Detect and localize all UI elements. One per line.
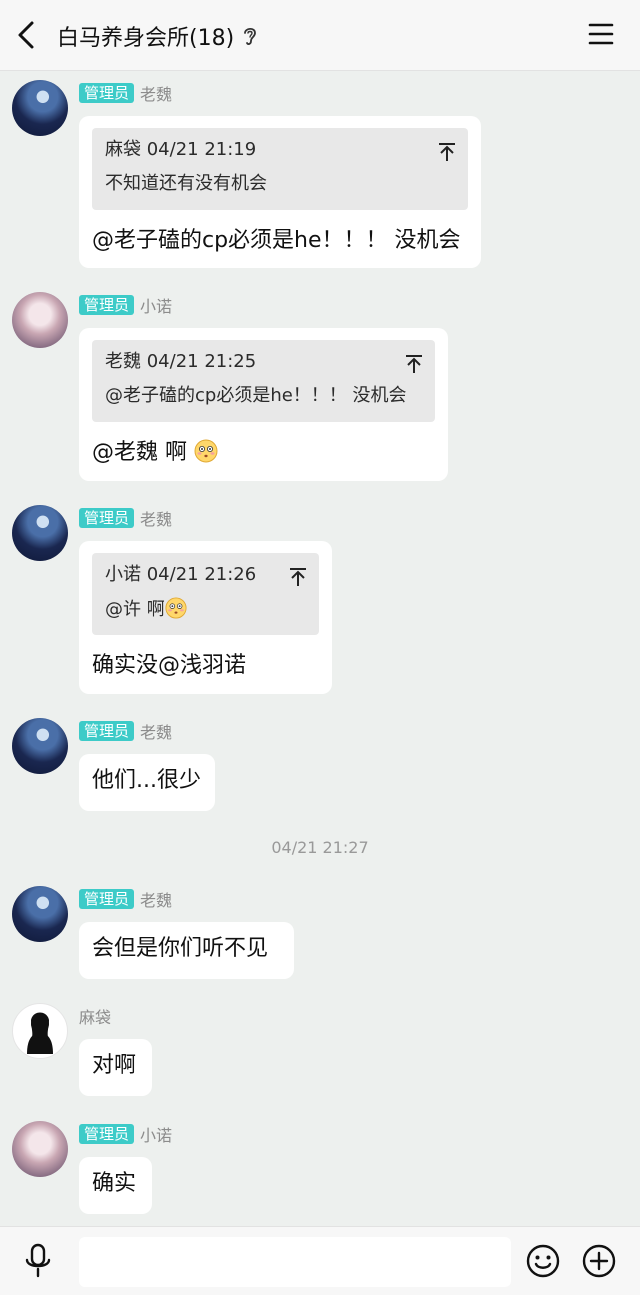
chat-title: 白马养身会所(18)	[57, 26, 235, 51]
message-text: 确实	[92, 1171, 137, 1196]
back-arrow-icon[interactable]	[14, 20, 40, 50]
sender-meta: 管理员 老魏	[79, 888, 172, 910]
quote-header: 麻袋 04/21 21:19	[105, 139, 257, 160]
flushed-face-emoji	[165, 597, 187, 619]
input-bar	[0, 1226, 640, 1295]
smile-icon[interactable]	[526, 1244, 560, 1278]
message-bubble[interactable]: 小诺 04/21 21:26 @许 啊 确实没@浅羽诺	[79, 541, 332, 694]
quote-body: @老子磕的cp必须是he！！！ 没机会	[105, 385, 407, 406]
message-bubble[interactable]: 确实	[79, 1157, 152, 1214]
sender-name[interactable]: 老魏	[140, 719, 172, 743]
message-text: 会但是你们听不见	[92, 936, 269, 961]
sender-meta: 管理员 老魏	[79, 507, 172, 529]
admin-badge: 管理员	[79, 889, 135, 909]
quoted-message[interactable]: 麻袋 04/21 21:19 不知道还有没有机会	[92, 128, 468, 210]
avatar[interactable]	[12, 292, 68, 348]
message-text: 他们...很少	[92, 768, 201, 793]
sender-meta: 管理员 老魏	[79, 720, 172, 742]
message-bubble[interactable]: 会但是你们听不见	[79, 922, 294, 979]
message-bubble[interactable]: 他们...很少	[79, 754, 215, 811]
admin-badge: 管理员	[79, 1124, 135, 1144]
time-divider: 04/21 21:27	[271, 838, 369, 857]
sender-name[interactable]: 老魏	[140, 81, 172, 105]
sender-meta: 管理员 小诺	[79, 294, 172, 316]
quoted-message[interactable]: 老魏 04/21 21:25 @老子磕的cp必须是he！！！ 没机会	[92, 340, 435, 422]
plus-icon[interactable]	[582, 1244, 616, 1278]
admin-badge: 管理员	[79, 508, 135, 528]
quote-line: @许 啊	[105, 597, 307, 622]
admin-badge: 管理员	[79, 721, 135, 741]
sender-name[interactable]: 小诺	[140, 1122, 172, 1146]
quoted-message[interactable]: 小诺 04/21 21:26 @许 啊	[92, 553, 319, 635]
message-line: @老魏 啊	[92, 438, 435, 468]
message-input[interactable]	[79, 1237, 511, 1287]
top-bar: 白马养身会所(18)	[0, 0, 640, 71]
avatar[interactable]	[12, 505, 68, 561]
sender-name[interactable]: 麻袋	[79, 1004, 111, 1028]
chat-title-area[interactable]: 白马养身会所(18)	[57, 20, 258, 52]
admin-badge: 管理员	[79, 83, 135, 103]
quote-header: 小诺 04/21 21:26	[105, 564, 257, 585]
avatar[interactable]	[12, 1003, 68, 1059]
message-text: @老魏 啊	[92, 440, 187, 465]
message-bubble[interactable]: 麻袋 04/21 21:19 不知道还有没有机会 @老子磕的cp必须是he！！！…	[79, 116, 481, 268]
sender-meta: 麻袋	[79, 1005, 111, 1027]
sender-name[interactable]: 老魏	[140, 887, 172, 911]
sender-name[interactable]: 老魏	[140, 506, 172, 530]
silhouette-avatar-image	[27, 1012, 53, 1054]
avatar[interactable]	[12, 886, 68, 942]
pin-to-top-icon[interactable]	[438, 142, 456, 162]
avatar[interactable]	[12, 718, 68, 774]
pin-to-top-icon[interactable]	[289, 567, 307, 587]
menu-icon[interactable]	[588, 22, 614, 46]
quote-body: 不知道还有没有机会	[105, 173, 267, 194]
message-bubble[interactable]: 对啊	[79, 1039, 152, 1096]
microphone-icon[interactable]	[24, 1243, 52, 1279]
quote-body: @许 啊	[105, 599, 165, 620]
quote-header: 老魏 04/21 21:25	[105, 351, 257, 372]
message-text: 对啊	[92, 1053, 137, 1078]
avatar[interactable]	[12, 1121, 68, 1177]
ear-icon	[244, 27, 257, 45]
sender-meta: 管理员 小诺	[79, 1123, 172, 1145]
message-text: 确实没@浅羽诺	[92, 653, 247, 678]
sender-name[interactable]: 小诺	[140, 293, 172, 317]
admin-badge: 管理员	[79, 295, 135, 315]
message-text: @老子磕的cp必须是he！！！ 没机会	[92, 228, 461, 253]
flushed-face-emoji	[194, 439, 218, 463]
pin-to-top-icon[interactable]	[405, 354, 423, 374]
sender-meta: 管理员 老魏	[79, 82, 172, 104]
avatar[interactable]	[12, 80, 68, 136]
message-bubble[interactable]: 老魏 04/21 21:25 @老子磕的cp必须是he！！！ 没机会 @老魏 啊	[79, 328, 448, 481]
